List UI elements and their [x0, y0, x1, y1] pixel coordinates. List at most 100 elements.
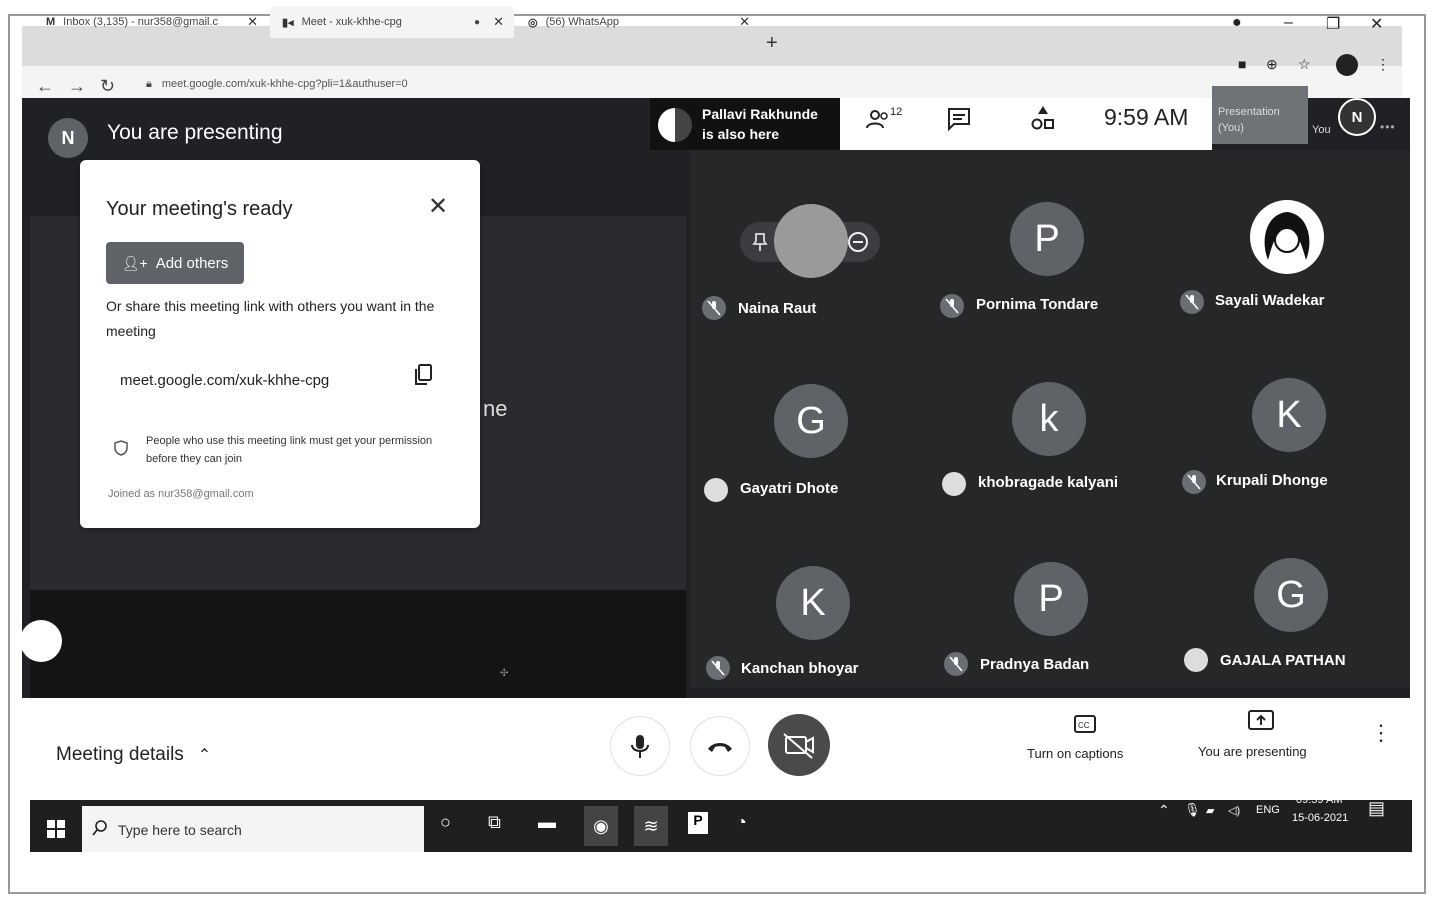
close-tab-icon[interactable]: ✕	[247, 14, 258, 30]
participant-avatar: K	[776, 566, 850, 640]
zoom-icon[interactable]: ⊕	[1266, 56, 1278, 73]
powerpoint-icon[interactable]: P	[688, 812, 708, 834]
reload-icon[interactable]: ↻	[100, 76, 115, 97]
presentation-bottom-band	[30, 590, 686, 698]
close-tab-icon[interactable]: ✕	[493, 14, 504, 30]
hang-up-icon	[708, 743, 732, 752]
presentation-thumbnail[interactable]: Presentation (You)	[1212, 86, 1308, 144]
tab-title: (56) WhatsApp	[545, 16, 619, 28]
participant-photo	[774, 204, 848, 278]
meeting-link[interactable]: meet.google.com/xuk-khhe-cpg	[120, 372, 329, 389]
tab-meet[interactable]: ▮◂ Meet - xuk-khhe-cpg ● ✕	[270, 6, 514, 38]
profile-avatar[interactable]	[1336, 54, 1358, 76]
more-options-icon[interactable]: ⋮	[1370, 720, 1392, 746]
language-indicator[interactable]: ENG	[1256, 804, 1280, 816]
url-text: meet.google.com/xuk-khhe-cpg?pli=1&authu…	[161, 78, 408, 90]
tray-date[interactable]: 15-06-2021	[1292, 812, 1348, 824]
participant-name: GAJALA PATHAN	[1220, 652, 1346, 669]
self-view-bubble[interactable]	[20, 620, 62, 662]
muted-mic-icon	[706, 656, 730, 680]
meet-icon: ▮◂	[282, 16, 294, 29]
captions-label[interactable]: Turn on captions	[1027, 746, 1123, 761]
also-here-banner: Pallavi Rakhunde is also here	[650, 98, 840, 150]
leave-call-button[interactable]	[690, 716, 750, 776]
file-explorer-icon[interactable]: ▬	[538, 812, 556, 833]
forward-icon[interactable]: →	[68, 76, 86, 97]
copy-icon[interactable]	[414, 364, 432, 386]
camera-off-icon	[783, 733, 814, 759]
meeting-clock: 9:59 AM	[1104, 104, 1189, 130]
thumb-title: Presentation	[1218, 106, 1280, 118]
close-window-icon[interactable]: ✕	[1370, 14, 1383, 34]
presenting-label[interactable]: You are presenting	[1198, 744, 1307, 759]
lock-icon: 🔒︎	[146, 78, 152, 90]
tray-chevron-icon[interactable]: ⌃	[1158, 802, 1170, 819]
chat-icon[interactable]	[946, 106, 972, 132]
close-tab-icon[interactable]: ✕	[739, 14, 750, 30]
notifications-icon[interactable]: ▤	[1368, 798, 1385, 819]
participant-avatar	[658, 108, 692, 142]
participant-avatar: k	[1012, 382, 1086, 456]
add-person-icon: 👤︎+	[121, 254, 148, 271]
tray-time[interactable]: 09:59 AM	[1296, 794, 1342, 806]
chrome-icon[interactable]: ◉	[584, 806, 618, 846]
camera-in-use-icon[interactable]: ■	[1238, 56, 1246, 72]
whatsapp-icon: ◎	[528, 16, 538, 29]
spotify-icon[interactable]: ≋	[634, 806, 668, 846]
windows-start-icon[interactable]	[30, 806, 82, 852]
whatsapp-taskbar-icon[interactable]: ◔	[736, 812, 747, 833]
participant-name: Naina Raut	[738, 300, 817, 317]
chevron-up-icon: ⌃	[197, 747, 212, 764]
close-icon[interactable]: ✕	[428, 192, 448, 221]
speaking-indicator-icon	[942, 472, 966, 496]
speaking-indicator-icon	[704, 478, 728, 502]
remove-participant-icon[interactable]	[846, 230, 870, 259]
search-placeholder: Type here to search	[118, 822, 242, 838]
card-title: Your meeting's ready	[106, 198, 293, 220]
participant-avatar: P	[1010, 202, 1084, 276]
tab-inbox[interactable]: M Inbox (3,135) - nur358@gmail.c ✕	[34, 6, 268, 38]
browser-menu-icon[interactable]: ⋮	[1376, 56, 1390, 73]
meeting-ready-card: Your meeting's ready ✕ 👤︎+ Add others Or…	[80, 160, 480, 528]
address-bar[interactable]: 🔒︎ meet.google.com/xuk-khhe-cpg?pli=1&aut…	[146, 78, 408, 91]
self-tile-avatar: N	[1338, 98, 1376, 136]
tray-mic-icon: 🎙︎	[1184, 802, 1201, 817]
task-view-icon[interactable]: ⧉	[488, 812, 501, 833]
self-avatar: N	[48, 118, 88, 158]
new-tab-button[interactable]: +	[766, 32, 778, 55]
volume-icon[interactable]: ◁)	[1228, 804, 1240, 817]
muted-mic-icon	[944, 652, 968, 676]
participant-name: Gayatri Dhote	[740, 480, 839, 497]
minimize-icon[interactable]: –	[1284, 14, 1293, 32]
camera-off-button[interactable]	[768, 714, 830, 776]
activities-icon[interactable]	[1030, 104, 1056, 134]
muted-mic-icon	[1180, 290, 1204, 314]
maximize-icon[interactable]: ❐	[1326, 14, 1340, 34]
permission-note: People who use this meeting link must ge…	[146, 435, 433, 465]
muted-mic-icon	[940, 294, 964, 318]
add-others-button[interactable]: 👤︎+ Add others	[106, 242, 244, 284]
people-icon[interactable]	[866, 108, 890, 130]
captions-icon[interactable]: CC	[1074, 714, 1096, 734]
more-options-icon[interactable]: •••	[1380, 120, 1396, 134]
cortana-icon[interactable]: ○	[440, 812, 451, 833]
back-icon[interactable]: ←	[36, 76, 54, 97]
bookmark-star-icon[interactable]: ☆	[1298, 56, 1311, 73]
joined-as: Joined as nur358@gmail.com	[108, 488, 254, 500]
meeting-details-button[interactable]: Meeting details ⌃	[56, 744, 211, 766]
participant-name: Pradnya Badan	[980, 656, 1090, 673]
participant-avatar: P	[1014, 562, 1088, 636]
extension-icon[interactable]: ●	[1232, 14, 1242, 32]
you-label: You	[1312, 124, 1331, 136]
tab-whatsapp[interactable]: ◎ (56) WhatsApp ✕	[516, 6, 760, 38]
microphone-button[interactable]	[610, 716, 670, 776]
people-count: 12	[890, 106, 903, 118]
speaking-indicator-icon	[1184, 648, 1208, 672]
network-icon[interactable]: ▰	[1206, 804, 1214, 817]
share-instructions: Or share this meeting link with others y…	[106, 298, 435, 339]
pin-icon[interactable]	[752, 232, 768, 257]
present-screen-icon[interactable]	[1248, 710, 1274, 732]
tab-title: Meet - xuk-khhe-cpg	[301, 16, 402, 28]
participant-avatar: G	[774, 384, 848, 458]
shield-icon	[114, 440, 128, 456]
